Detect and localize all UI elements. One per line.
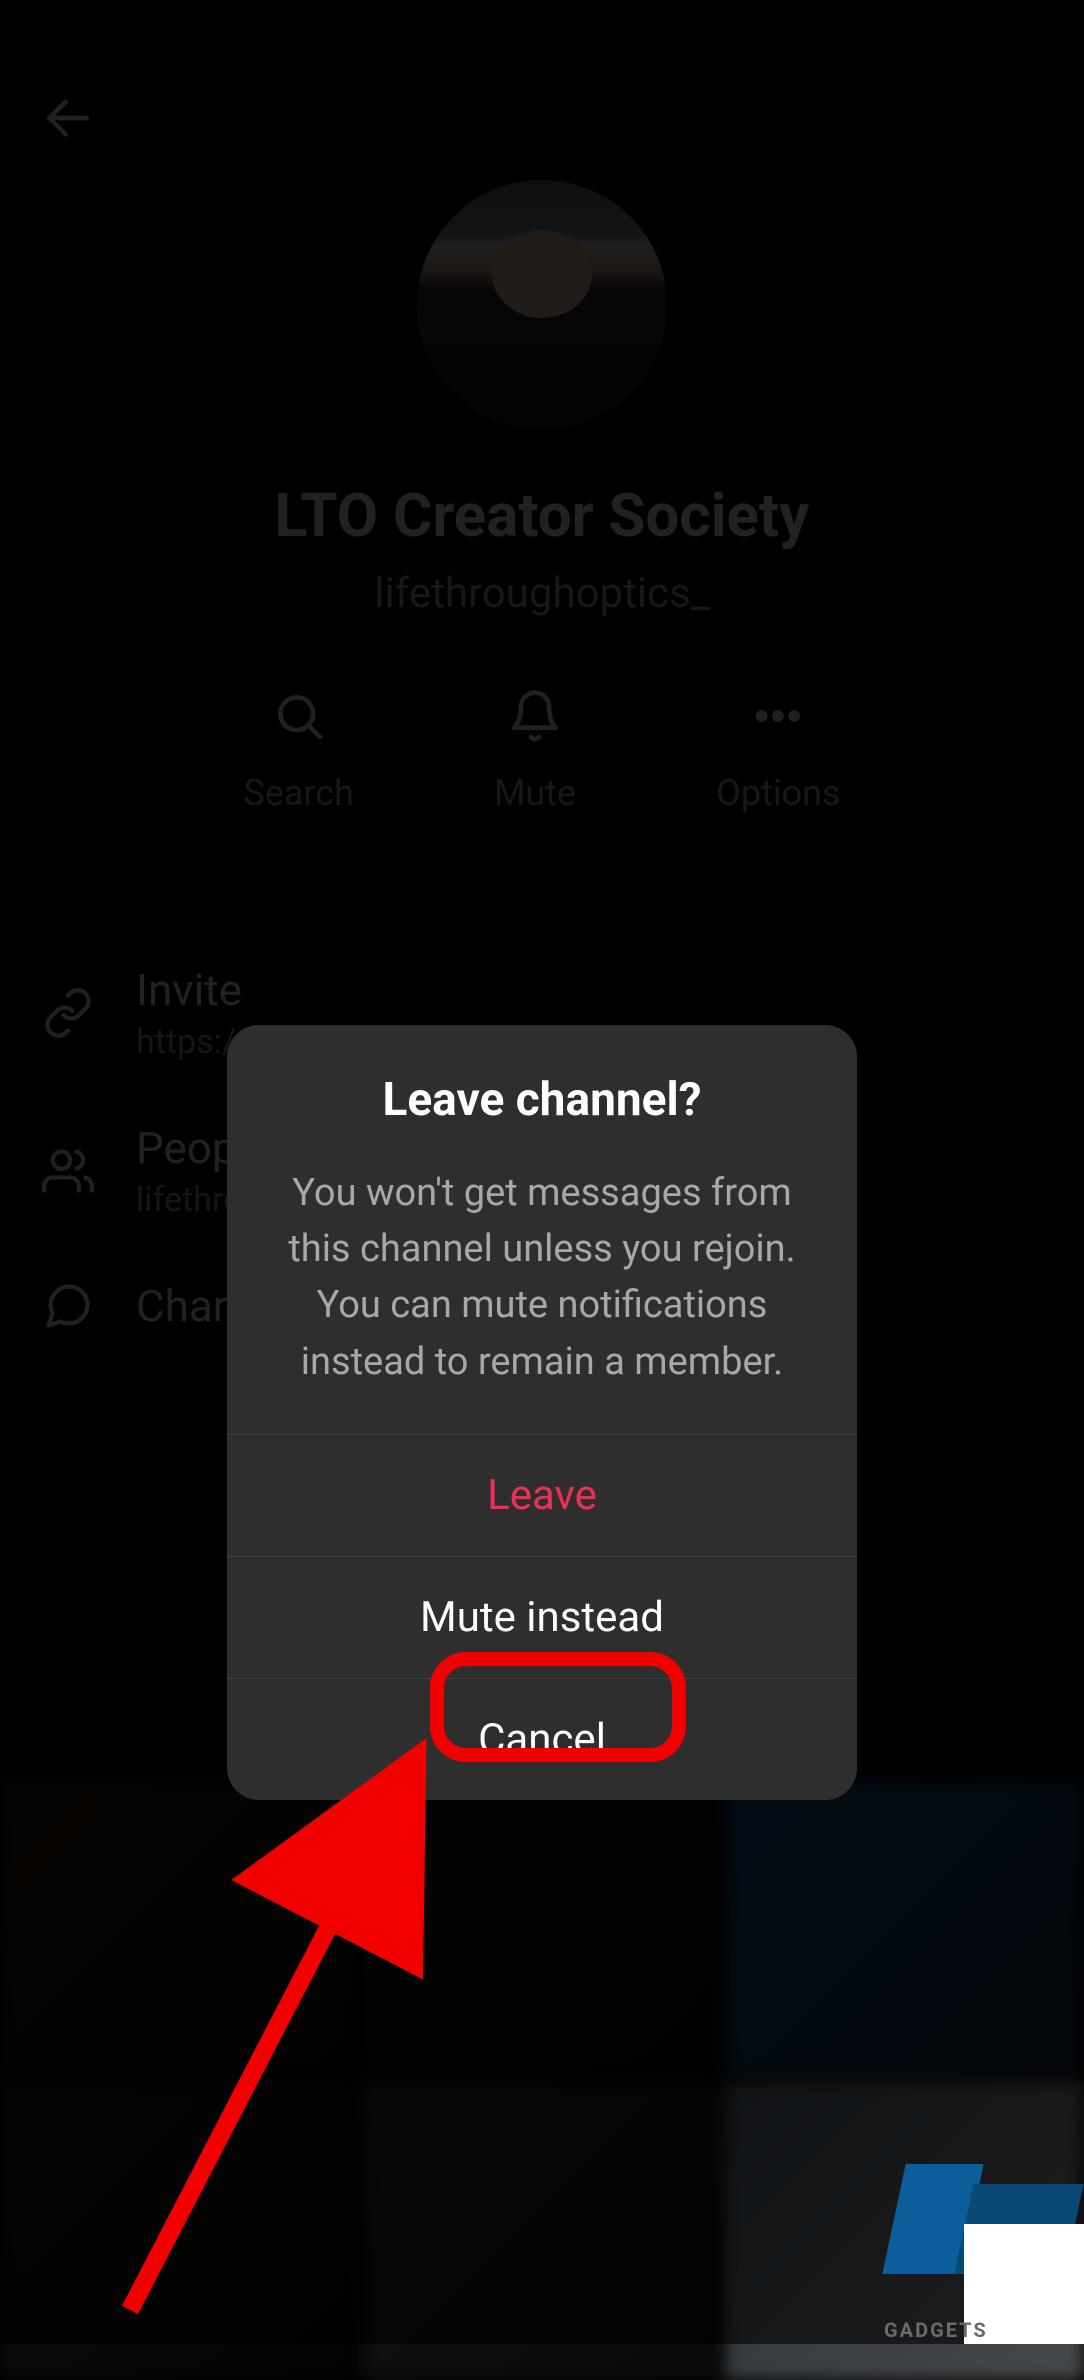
search-icon bbox=[271, 688, 327, 748]
media-thumbnail[interactable] bbox=[0, 1780, 359, 2078]
options-action[interactable]: Options bbox=[716, 688, 841, 814]
leave-button[interactable]: Leave bbox=[227, 1434, 857, 1556]
mute-instead-button[interactable]: Mute instead bbox=[227, 1556, 857, 1678]
media-thumbnail[interactable] bbox=[0, 2082, 359, 2380]
bell-icon bbox=[507, 688, 563, 748]
link-icon bbox=[40, 987, 96, 1039]
profile-header: LTO Creator Society lifethroughoptics_ bbox=[0, 0, 1084, 618]
leave-channel-dialog: Leave channel? You won't get messages fr… bbox=[227, 1025, 857, 1800]
arrow-left-icon bbox=[40, 90, 96, 146]
options-label: Options bbox=[716, 772, 841, 814]
cancel-button[interactable]: Cancel bbox=[227, 1678, 857, 1800]
watermark-text: GADGETS bbox=[884, 2318, 988, 2342]
dialog-actions: Leave Mute instead Cancel bbox=[227, 1434, 857, 1800]
channel-title: LTO Creator Society bbox=[275, 480, 810, 551]
channel-handle: lifethroughoptics_ bbox=[374, 569, 709, 618]
invite-label: Invite bbox=[136, 964, 246, 1016]
media-thumbnail[interactable] bbox=[363, 2082, 722, 2380]
people-icon bbox=[40, 1145, 96, 1197]
mute-label: Mute bbox=[494, 772, 576, 814]
action-row: Search Mute Options bbox=[0, 688, 1084, 814]
dialog-body-text: You won't get messages from this channel… bbox=[267, 1165, 817, 1390]
media-thumbnail[interactable] bbox=[363, 1780, 722, 2078]
search-label: Search bbox=[243, 772, 354, 814]
channel-avatar[interactable] bbox=[417, 180, 667, 430]
search-action[interactable]: Search bbox=[243, 688, 354, 814]
chat-icon bbox=[40, 1280, 96, 1332]
back-button[interactable] bbox=[40, 90, 96, 150]
mute-action[interactable]: Mute bbox=[494, 688, 576, 814]
media-thumbnail[interactable] bbox=[725, 1780, 1084, 2078]
watermark: GADGETS bbox=[864, 2154, 1084, 2344]
ellipsis-icon bbox=[750, 688, 806, 748]
channel-label: Chan bbox=[136, 1280, 237, 1332]
dialog-title: Leave channel? bbox=[267, 1073, 817, 1127]
